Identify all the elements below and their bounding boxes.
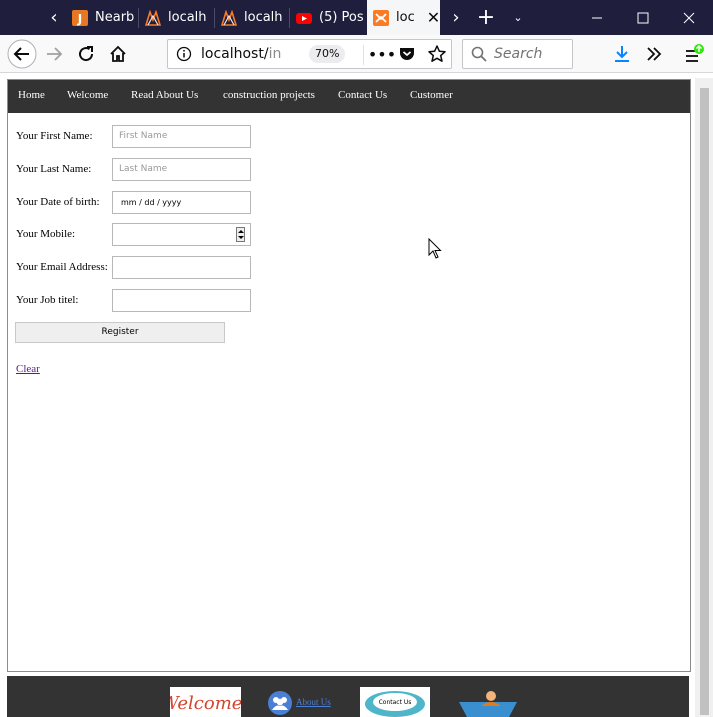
job-title-input[interactable] <box>112 289 251 312</box>
about-us-link[interactable]: About Us <box>296 697 331 707</box>
xampp-icon <box>145 9 161 26</box>
bookmark-star-icon[interactable] <box>427 44 447 68</box>
tab-label: localh <box>244 10 283 25</box>
menu-item-contact-us[interactable]: Contact Us <box>338 89 387 101</box>
search-bar[interactable]: Search <box>462 39 573 69</box>
forward-arrow-icon <box>47 47 63 61</box>
email-input[interactable] <box>112 256 251 279</box>
app-menu-button[interactable] <box>678 38 710 70</box>
maximize-icon[interactable] <box>620 0 666 35</box>
menu-item-read-about-us[interactable]: Read About Us <box>131 89 198 101</box>
j-icon: J <box>72 9 88 26</box>
tab-active-localhost[interactable]: loc ✕ <box>367 0 440 35</box>
tab-localhost-2[interactable]: localh <box>215 0 288 35</box>
svg-text:Welcome!: Welcome! <box>170 693 241 714</box>
page-content: Home Welcome Read About Us construction … <box>0 74 713 717</box>
clear-link[interactable]: Clear <box>16 363 40 375</box>
back-arrow-icon <box>7 39 37 69</box>
home-icon <box>110 45 126 62</box>
svg-text:J: J <box>77 12 82 26</box>
last-name-input[interactable]: Last Name <box>112 158 251 181</box>
search-icon <box>471 46 487 62</box>
tab-youtube[interactable]: (5) Pos <box>290 0 366 35</box>
scrollbar-thumb[interactable] <box>700 88 709 715</box>
number-spinner-icon[interactable] <box>236 227 245 242</box>
downloads-button[interactable] <box>606 38 638 70</box>
mobile-label: Your Mobile: <box>16 228 76 240</box>
info-icon[interactable] <box>176 46 192 62</box>
menu-item-welcome[interactable]: Welcome <box>67 89 108 101</box>
new-tab-icon[interactable]: + <box>470 0 502 35</box>
xampp-icon <box>221 9 237 26</box>
tab-label: localh <box>168 10 207 25</box>
site-menu: Home Welcome Read About Us construction … <box>8 80 690 113</box>
tab-nearby[interactable]: J Nearb <box>66 0 138 35</box>
first-name-input[interactable]: First Name <box>112 125 251 148</box>
last-name-label: Your Last Name: <box>16 163 92 175</box>
list-all-tabs-icon[interactable]: ⌄ <box>502 0 534 35</box>
tab-label: loc <box>396 10 415 25</box>
menu-item-customer[interactable]: Customer <box>410 89 453 101</box>
double-chevron-icon <box>647 47 662 61</box>
pocket-icon[interactable] <box>398 45 416 67</box>
first-name-label: Your First Name: <box>16 130 93 142</box>
forward-button[interactable] <box>38 38 70 70</box>
url-bar[interactable]: localhost/in 70% ••• <box>167 39 452 69</box>
xampp-icon <box>373 9 389 26</box>
youtube-icon <box>296 12 312 24</box>
date-of-birth-label: Your Date of birth: <box>16 196 100 208</box>
browser-titlebar: ‹ J Nearb localh localh (5) Pos loc ✕ › … <box>0 0 713 35</box>
job-title-label: Your Job titel: <box>16 294 79 306</box>
back-button[interactable] <box>6 38 38 70</box>
page-frame: Home Welcome Read About Us construction … <box>7 79 691 672</box>
zoom-indicator[interactable]: 70% <box>309 45 346 63</box>
contact-us-logo[interactable]: Contact Us <box>360 687 430 717</box>
tab-label: (5) Pos <box>319 10 364 25</box>
register-button[interactable]: Register <box>15 322 225 343</box>
menu-item-construction-projects[interactable]: construction projects <box>223 89 315 101</box>
reload-icon <box>79 46 94 62</box>
tab-label: Nearb <box>95 10 135 25</box>
svg-text:Contact Us: Contact Us <box>379 699 412 706</box>
date-of-birth-input[interactable]: mm / dd / yyyy <box>112 191 251 214</box>
site-footer: Welcome! About Us Contact Us <box>7 676 689 717</box>
minimize-icon[interactable] <box>574 0 620 35</box>
mobile-input[interactable] <box>112 223 251 246</box>
hamburger-icon <box>686 44 704 62</box>
url-text[interactable]: localhost/in <box>201 46 299 62</box>
home-button[interactable] <box>102 38 134 70</box>
tab-scroll-left-icon[interactable]: ‹ <box>40 0 68 35</box>
navigation-toolbar: localhost/in 70% ••• Search <box>0 35 713 73</box>
download-icon <box>615 46 629 62</box>
email-label: Your Email Address: <box>16 261 108 273</box>
mouse-cursor-icon <box>428 238 442 259</box>
menu-item-home[interactable]: Home <box>18 89 45 101</box>
customer-logo[interactable] <box>457 688 523 717</box>
page-actions-icon[interactable]: ••• <box>368 42 396 66</box>
search-placeholder: Search <box>494 46 543 62</box>
welcome-logo[interactable]: Welcome! <box>160 687 250 717</box>
reload-button[interactable] <box>70 38 102 70</box>
close-tab-icon[interactable]: ✕ <box>427 8 440 27</box>
users-icon[interactable] <box>268 691 292 715</box>
close-window-icon[interactable] <box>666 0 712 35</box>
overflow-menu-button[interactable] <box>638 38 670 70</box>
tab-scroll-right-icon[interactable]: › <box>441 0 471 35</box>
tab-localhost-1[interactable]: localh <box>139 0 213 35</box>
